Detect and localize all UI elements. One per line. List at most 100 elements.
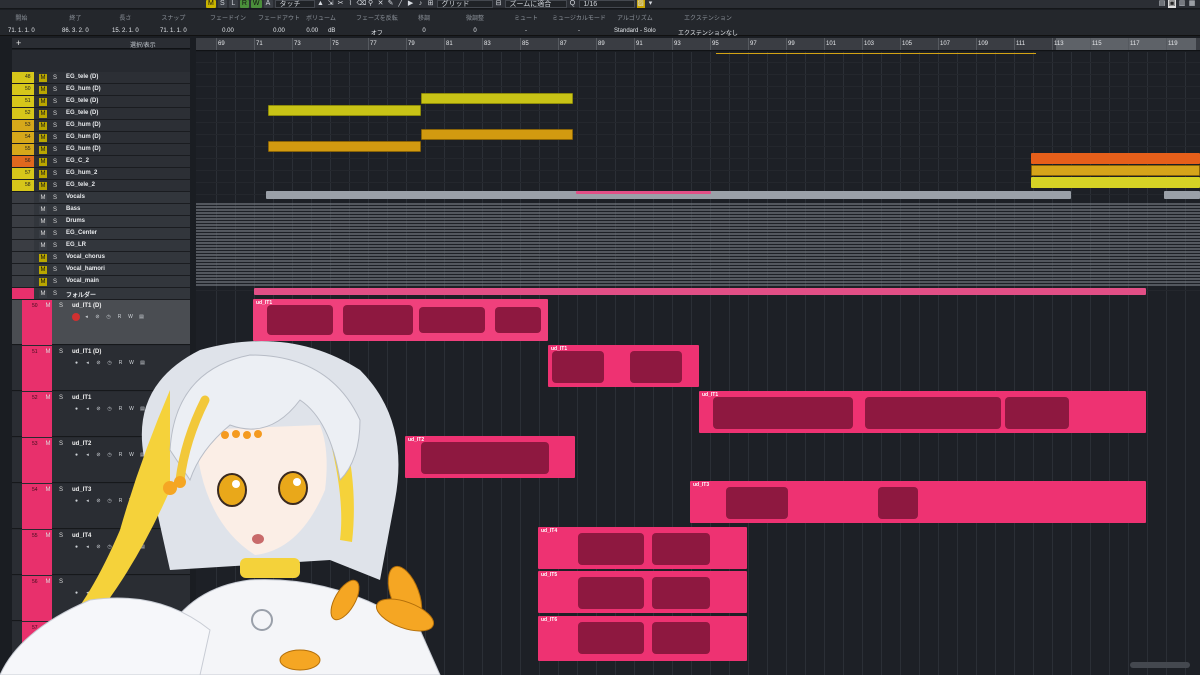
midi-clip[interactable] xyxy=(1031,177,1200,188)
mute-button[interactable]: M xyxy=(206,0,216,8)
track-row[interactable]: 57 M S EG_hum_2 xyxy=(12,168,190,180)
midi-clip[interactable] xyxy=(1031,153,1200,164)
info-start[interactable]: 開始 71. 1. 1. 0 xyxy=(8,13,35,34)
info-phase-invert[interactable]: フェーズを反転 オフ xyxy=(356,13,398,37)
track-solo-button[interactable]: S xyxy=(51,206,59,214)
monitor-icon[interactable]: ◂ xyxy=(82,313,91,321)
add-track-icon[interactable]: + xyxy=(16,38,21,48)
track-row[interactable]: 51 M S EG_tele (D) xyxy=(12,96,190,108)
horizontal-scrollbar[interactable] xyxy=(1130,662,1190,668)
read-button[interactable]: R xyxy=(239,0,249,8)
midi-clip[interactable] xyxy=(421,129,573,140)
info-volume[interactable]: ボリューム 0.00 dB xyxy=(306,13,336,34)
write-button[interactable]: W xyxy=(250,0,262,8)
track-row[interactable]: 58 M S EG_tele_2 xyxy=(12,180,190,192)
folder-track-row[interactable]: M S Vocal_main xyxy=(12,276,190,288)
track-mute-button[interactable]: M xyxy=(39,86,47,94)
info-fine-tune[interactable]: 微調整 0 xyxy=(466,13,484,34)
draw-tool-icon[interactable]: ✎ xyxy=(387,0,395,8)
track-solo-button[interactable]: S xyxy=(51,110,59,118)
track-mute-button[interactable]: M xyxy=(39,266,47,274)
track-mute-button[interactable]: M xyxy=(39,74,47,82)
color-palette-icon[interactable]: ▨ xyxy=(636,0,645,8)
audio-clip[interactable]: ud_IT3 xyxy=(690,481,1146,523)
solo-button[interactable]: S xyxy=(217,0,227,8)
folder-track-row[interactable]: M S Vocals xyxy=(12,192,190,204)
track-solo-button[interactable]: S xyxy=(51,242,59,250)
audio-clip[interactable]: ud_IT4 xyxy=(538,527,747,569)
track-solo-button[interactable]: S xyxy=(51,158,59,166)
erase-tool-icon[interactable]: ⌫ xyxy=(357,0,367,8)
phase-icon[interactable]: ⊘ xyxy=(93,313,102,321)
track-mute-button[interactable]: M xyxy=(39,254,47,262)
zoom-mode-select[interactable]: ズームに適合 xyxy=(504,0,567,8)
line-tool-icon[interactable]: ╱ xyxy=(397,0,405,8)
timeline-ruler[interactable]: 69 71 73 75 77 79 81 83 85 87 89 91 93 95 97 99 101 103 10… xyxy=(196,38,1200,51)
folder-track-row[interactable]: M S Vocal_chorus xyxy=(12,252,190,264)
track-mute-button[interactable]: M xyxy=(39,170,47,178)
track-solo-button[interactable]: S xyxy=(51,86,59,94)
track-solo-button[interactable]: S xyxy=(51,266,59,274)
track-mute-button[interactable]: M xyxy=(39,242,47,250)
track-solo-button[interactable]: S xyxy=(51,170,59,178)
track-solo-button[interactable]: S xyxy=(51,74,59,82)
audio-clip[interactable]: ud_IT6 xyxy=(538,616,747,661)
midi-clip[interactable] xyxy=(421,93,573,104)
track-solo-button[interactable]: S xyxy=(51,194,59,202)
track-mute-button[interactable]: M xyxy=(39,122,47,130)
read-automation-icon[interactable]: R xyxy=(115,313,124,321)
track-solo-button[interactable]: S xyxy=(51,254,59,262)
info-length[interactable]: 長さ 15. 2. 1. 0 xyxy=(112,13,139,34)
automation-mode-select[interactable]: タッチ xyxy=(274,0,315,8)
info-extension[interactable]: エクステンション エクステンションなし xyxy=(678,13,738,37)
track-solo-button[interactable]: S xyxy=(51,290,59,298)
track-solo-button[interactable]: S xyxy=(51,182,59,190)
track-mute-button[interactable]: M xyxy=(39,206,47,214)
track-mute-button[interactable]: M xyxy=(39,194,47,202)
audio-clip[interactable]: ud_IT5 xyxy=(538,571,747,613)
range-tool-icon[interactable]: ⇲ xyxy=(327,0,335,8)
info-algorithm[interactable]: アルゴリズム Standard - Solo xyxy=(614,13,656,34)
track-solo-button[interactable]: S xyxy=(51,230,59,238)
track-row[interactable]: 52 M S EG_tele (D) xyxy=(12,108,190,120)
track-solo-button[interactable]: S xyxy=(51,134,59,142)
track-mute-button[interactable]: M xyxy=(39,158,47,166)
info-transpose[interactable]: 移調 0 xyxy=(418,13,430,34)
track-row[interactable]: 56 M S EG_C_2 xyxy=(12,156,190,168)
record-enable-icon[interactable]: ● xyxy=(72,313,80,321)
track-mute-button[interactable]: M xyxy=(39,290,47,298)
folder-track-row[interactable]: M S EG_LR xyxy=(12,240,190,252)
pointer-tool-icon[interactable]: ▲ xyxy=(317,0,325,8)
quantize-select[interactable]: 1/16 xyxy=(578,0,635,8)
track-mute-button[interactable]: M xyxy=(44,302,52,310)
track-solo-button[interactable]: S xyxy=(51,122,59,130)
track-row[interactable]: 55 M S EG_hum (D) xyxy=(12,144,190,156)
folder-summary-bar[interactable] xyxy=(576,191,711,194)
info-end[interactable]: 終了 86. 3. 2. 0 xyxy=(62,13,89,34)
mute-tool-icon[interactable]: ✕ xyxy=(377,0,385,8)
folder-track-row[interactable]: M S Bass xyxy=(12,204,190,216)
track-row[interactable]: 50 M S EG_hum (D) xyxy=(12,84,190,96)
folder-track-row[interactable]: M S EG_Center xyxy=(12,228,190,240)
track-row[interactable]: 54 M S EG_hum (D) xyxy=(12,132,190,144)
track-row[interactable]: 48 M S EG_tele (D) xyxy=(12,72,190,84)
track-solo-button[interactable]: S xyxy=(51,146,59,154)
folder-track-row[interactable]: M S フォルダー xyxy=(12,288,190,300)
zoom-tool-icon[interactable]: ⚲ xyxy=(367,0,375,8)
quantize-icon[interactable]: ⊟ xyxy=(495,0,503,8)
info-fade-out[interactable]: フェードアウト 0.00 xyxy=(258,13,300,34)
track-mute-button[interactable]: M xyxy=(39,146,47,154)
info-musical-mode[interactable]: ミュージカルモード - xyxy=(552,13,606,34)
track-mute-button[interactable]: M xyxy=(39,278,47,286)
listen-button[interactable]: L xyxy=(228,0,238,8)
midi-clip[interactable] xyxy=(268,141,421,152)
track-mute-button[interactable]: M xyxy=(39,230,47,238)
info-fade-in[interactable]: フェードイン 0.00 xyxy=(210,13,246,34)
track-solo-button[interactable]: S xyxy=(51,98,59,106)
audio-clip[interactable]: ud_IT1 xyxy=(548,345,699,387)
folder-track-row[interactable]: M S Vocal_hamori xyxy=(12,264,190,276)
glue-tool-icon[interactable]: ⌇ xyxy=(347,0,355,8)
track-solo-button[interactable]: S xyxy=(51,278,59,286)
speaker-icon[interactable]: ♪ xyxy=(417,0,425,8)
quantize-q-icon[interactable]: Q xyxy=(569,0,577,8)
